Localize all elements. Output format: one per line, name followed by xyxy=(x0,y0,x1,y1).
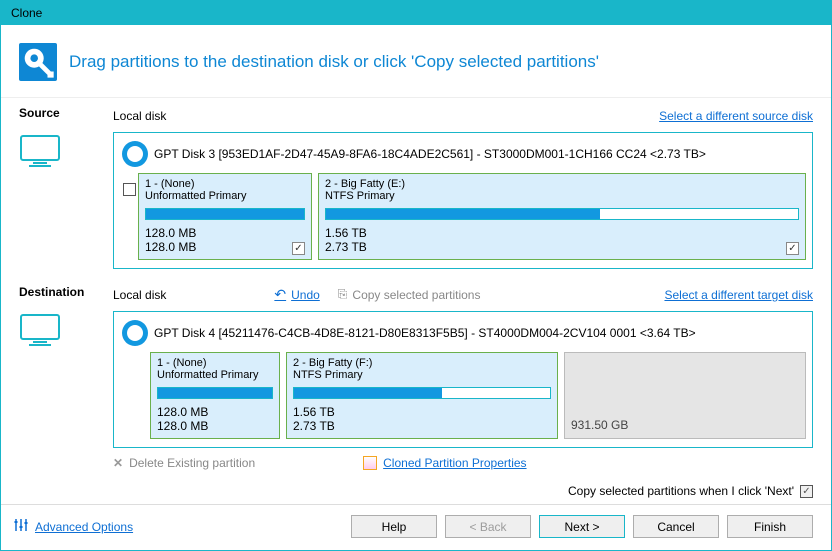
undo-button[interactable]: ↶Undo xyxy=(274,286,319,303)
disk-icon xyxy=(122,320,148,346)
destination-disk-id: GPT Disk 4 [45211476-C4CB-4D8E-8121-D80E… xyxy=(154,326,696,340)
properties-icon xyxy=(363,456,377,470)
delete-existing-partition-button: ✕Delete Existing partition xyxy=(113,456,255,470)
dest-partition-2[interactable]: 2 - Big Fatty (F:) NTFS Primary 1.56 TB2… xyxy=(286,352,558,439)
partition-total: 128.0 MB xyxy=(157,419,273,433)
advanced-options-link[interactable]: Advanced Options xyxy=(13,517,133,536)
monitor-icon xyxy=(19,134,61,170)
copy-selected-partitions-button: ⎘Copy selected partitions xyxy=(338,287,481,302)
copy-on-next-checkbox[interactable]: ✓ xyxy=(800,485,813,498)
usage-bar xyxy=(293,387,551,399)
partition-used: 128.0 MB xyxy=(145,226,305,240)
window-title: Clone xyxy=(11,6,42,20)
partition-checkbox[interactable]: ✓ xyxy=(292,242,305,255)
x-icon: ✕ xyxy=(113,456,123,470)
destination-disk-panel: GPT Disk 4 [45211476-C4CB-4D8E-8121-D80E… xyxy=(113,311,813,448)
select-different-source-link[interactable]: Select a different source disk xyxy=(659,109,813,123)
partition-used: 128.0 MB xyxy=(157,405,273,419)
partition-title: 1 - (None) xyxy=(157,357,273,369)
select-different-target-link[interactable]: Select a different target disk xyxy=(664,288,813,302)
disk-icon xyxy=(122,141,148,167)
select-all-checkbox[interactable] xyxy=(123,183,136,196)
cancel-button[interactable]: Cancel xyxy=(633,515,719,538)
free-space-size: 931.50 GB xyxy=(571,418,628,432)
partition-title: 1 - (None) xyxy=(145,178,305,190)
dest-local-disk: Local disk xyxy=(113,288,166,302)
cloned-partition-properties-button[interactable]: Cloned Partition Properties xyxy=(363,456,526,470)
partition-type: NTFS Primary xyxy=(293,369,551,381)
usage-bar xyxy=(157,387,273,399)
usage-bar xyxy=(145,208,305,220)
dest-partition-1[interactable]: 1 - (None) Unformatted Primary 128.0 MB1… xyxy=(150,352,280,439)
finish-button[interactable]: Finish xyxy=(727,515,813,538)
free-space[interactable]: 931.50 GB xyxy=(564,352,806,439)
source-disk-id: GPT Disk 3 [953ED1AF-2D47-45A9-8FA6-18C4… xyxy=(154,147,706,161)
partition-type: NTFS Primary xyxy=(325,190,799,202)
clone-icon xyxy=(19,43,57,81)
source-partition-2[interactable]: 2 - Big Fatty (E:) NTFS Primary 1.56 TB2… xyxy=(318,173,806,260)
partition-type: Unformatted Primary xyxy=(145,190,305,202)
source-partition-1[interactable]: 1 - (None) Unformatted Primary 128.0 MB1… xyxy=(138,173,312,260)
destination-label: Destination xyxy=(19,285,113,299)
help-button[interactable]: Help xyxy=(351,515,437,538)
next-button[interactable]: Next > xyxy=(539,515,625,538)
back-button: < Back xyxy=(445,515,531,538)
header: Drag partitions to the destination disk … xyxy=(1,25,831,98)
usage-bar xyxy=(325,208,799,220)
partition-title: 2 - Big Fatty (E:) xyxy=(325,178,799,190)
copy-on-next-label: Copy selected partitions when I click 'N… xyxy=(568,484,794,498)
partition-type: Unformatted Primary xyxy=(157,369,273,381)
header-title: Drag partitions to the destination disk … xyxy=(69,52,599,72)
source-label: Source xyxy=(19,106,113,120)
source-local-disk: Local disk xyxy=(113,109,166,123)
partition-used: 1.56 TB xyxy=(293,405,551,419)
window-titlebar: Clone xyxy=(1,1,831,25)
partition-checkbox[interactable]: ✓ xyxy=(786,242,799,255)
source-disk-panel: GPT Disk 3 [953ED1AF-2D47-45A9-8FA6-18C4… xyxy=(113,132,813,269)
partition-used: 1.56 TB xyxy=(325,226,799,240)
undo-icon: ↶ xyxy=(274,286,286,303)
monitor-icon xyxy=(19,313,61,349)
partition-total: 128.0 MB xyxy=(145,240,305,254)
partition-total: 2.73 TB xyxy=(293,419,551,433)
copy-icon: ⎘ xyxy=(338,287,348,302)
partition-total: 2.73 TB xyxy=(325,240,799,254)
partition-title: 2 - Big Fatty (F:) xyxy=(293,357,551,369)
sliders-icon xyxy=(13,517,29,536)
